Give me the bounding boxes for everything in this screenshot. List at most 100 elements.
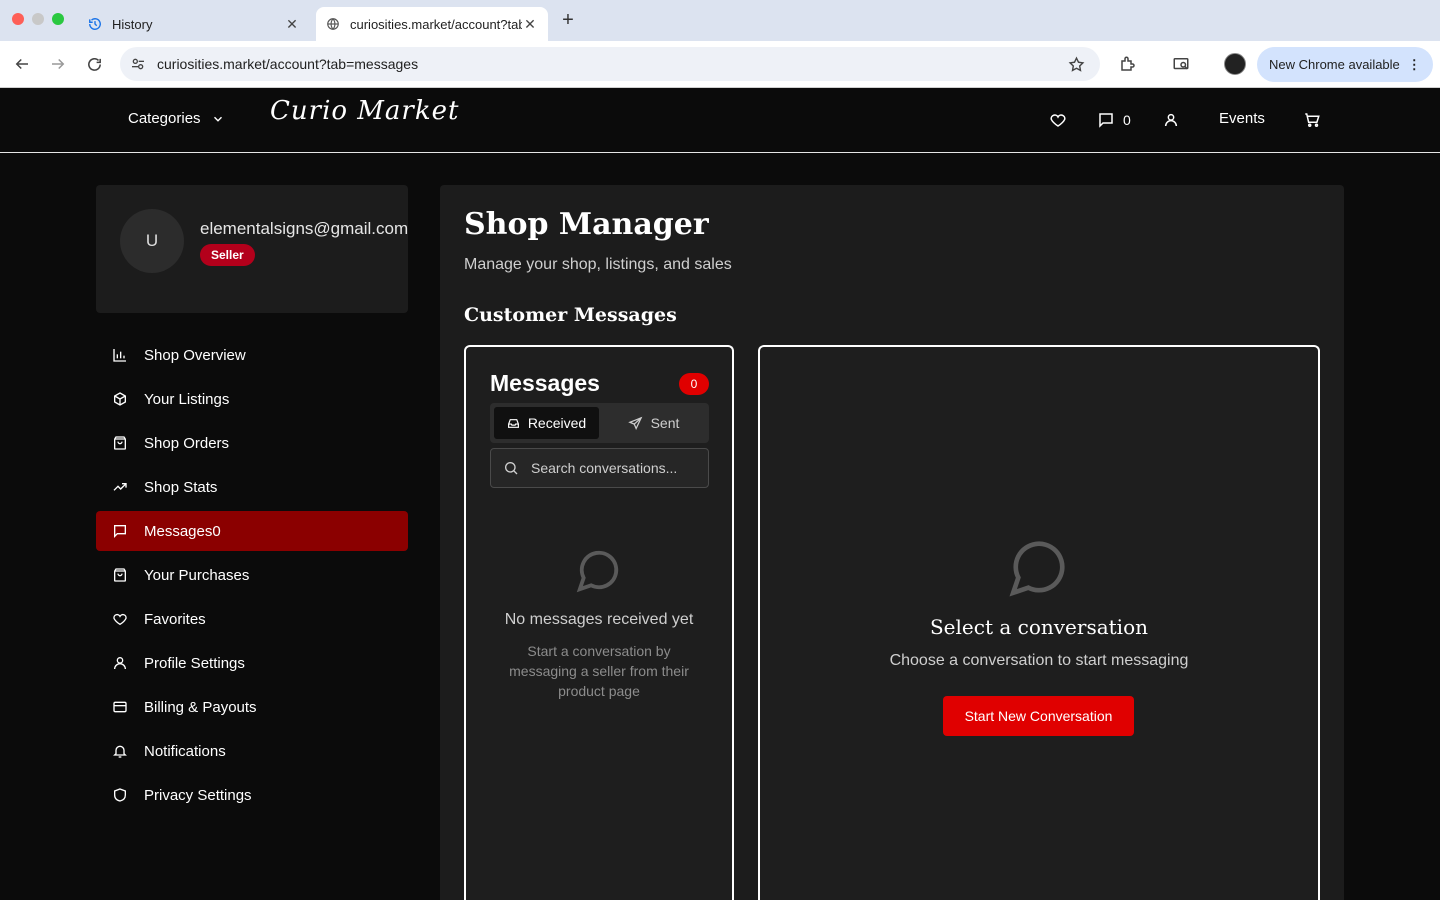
sidebar-item-favorites[interactable]: Favorites (96, 599, 408, 639)
user-icon (112, 655, 128, 671)
sidebar-item-shop-stats[interactable]: Shop Stats (96, 467, 408, 507)
tab-label: Sent (650, 415, 680, 431)
sidebar-item-profile-settings[interactable]: Profile Settings (96, 643, 408, 683)
site-logo[interactable]: Curio Market (270, 96, 459, 126)
search-icon (503, 460, 519, 476)
url-text: curiosities.market/account?tab=messages (157, 56, 419, 72)
message-icon (112, 523, 128, 539)
sidebar-item-label: Billing & Payouts (144, 698, 257, 716)
extensions-icon[interactable] (1117, 53, 1139, 75)
chrome-update-button[interactable]: New Chrome available ⋮ (1257, 47, 1433, 82)
cart-icon[interactable] (1303, 110, 1321, 130)
trending-up-icon (112, 479, 128, 495)
site-settings-icon[interactable] (128, 56, 148, 72)
categories-label: Categories (128, 110, 201, 127)
conversation-pane: Select a conversation Choose a conversat… (758, 345, 1320, 900)
sidebar-item-label: Shop Orders (144, 434, 230, 452)
favorites-heart-icon[interactable] (1049, 110, 1067, 130)
section-title: Customer Messages (464, 304, 677, 326)
seller-badge: Seller (200, 244, 255, 266)
history-icon (88, 17, 102, 31)
back-arrow-icon[interactable] (11, 53, 33, 75)
cast-search-icon[interactable] (1170, 53, 1192, 75)
empty-state-title: No messages received yet (504, 611, 694, 628)
bookmark-star-icon[interactable] (1066, 55, 1086, 73)
sidebar-item-label: Profile Settings (144, 654, 245, 672)
site-header: Categories Curio Market 0 Events (0, 88, 1440, 153)
sidebar-item-label: Shop Stats (144, 478, 218, 496)
sidebar-item-label: Shop Overview (144, 346, 246, 364)
messages-header-button[interactable]: 0 (1097, 110, 1131, 130)
search-conversations[interactable] (490, 448, 709, 488)
sidebar-nav: Shop Overview Your Listings Shop Orders … (96, 335, 408, 819)
sidebar-item-label: Notifications (144, 742, 226, 760)
tab-title: History (112, 16, 153, 32)
maximize-window-button[interactable] (52, 13, 64, 25)
empty-state-description: Start a conversation by messaging a sell… (509, 643, 689, 699)
tab-label: Received (527, 415, 587, 431)
sidebar-item-billing-payouts[interactable]: Billing & Payouts (96, 687, 408, 727)
close-window-button[interactable] (12, 13, 24, 25)
sidebar-item-messages[interactable]: Messages0 (96, 511, 408, 551)
events-link[interactable]: Events (1219, 110, 1265, 127)
minimize-window-button[interactable] (32, 13, 44, 25)
message-list-pane: Messages 0 Received Sent No messages rec… (464, 345, 734, 900)
inbox-icon (507, 417, 520, 430)
categories-dropdown[interactable]: Categories (128, 110, 225, 127)
sidebar-item-privacy-settings[interactable]: Privacy Settings (96, 775, 408, 815)
sidebar-item-shop-overview[interactable]: Shop Overview (96, 335, 408, 375)
empty-message-icon (576, 547, 622, 593)
reload-icon[interactable] (83, 53, 105, 75)
avatar: U (120, 209, 184, 273)
globe-icon (326, 17, 340, 31)
conversation-bubble-icon (1008, 536, 1070, 598)
page-title: Shop Manager (464, 207, 709, 242)
browser-toolbar: curiosities.market/account?tab=messages … (0, 41, 1440, 88)
browser-tab-bar: History ✕ curiosities.market/account?tab… (0, 0, 1440, 41)
shopping-bag-icon (112, 435, 128, 451)
tab-sent[interactable]: Sent (602, 407, 705, 439)
sidebar-item-label: Your Listings (144, 390, 230, 408)
bell-icon (112, 743, 128, 759)
message-filter-tabs: Received Sent (490, 403, 709, 443)
close-tab-icon[interactable]: ✕ (522, 16, 538, 32)
sidebar-item-your-purchases[interactable]: Your Purchases (96, 555, 408, 595)
messages-count-badge: 0 (679, 373, 709, 395)
more-menu-icon[interactable]: ⋮ (1408, 57, 1421, 73)
search-input[interactable] (531, 460, 701, 476)
conversation-empty-subtitle: Choose a conversation to start messaging (889, 652, 1189, 669)
start-new-conversation-button[interactable]: Start New Conversation (943, 696, 1134, 736)
profile-card: U elementalsigns@gmail.com Seller (96, 185, 408, 313)
sidebar-item-your-listings[interactable]: Your Listings (96, 379, 408, 419)
sidebar-item-notifications[interactable]: Notifications (96, 731, 408, 771)
tab-title: curiosities.market/account?tab=messages (350, 16, 522, 32)
sidebar-item-label: Messages0 (144, 522, 221, 540)
credit-card-icon (112, 699, 128, 715)
messages-count: 0 (1123, 112, 1131, 128)
page-subtitle: Manage your shop, listings, and sales (464, 256, 732, 273)
chevron-down-icon (211, 112, 225, 126)
user-icon[interactable] (1163, 110, 1179, 130)
chrome-update-label: New Chrome available (1269, 57, 1400, 72)
browser-tab-history[interactable]: History ✕ (78, 7, 310, 41)
package-icon (112, 391, 128, 407)
new-tab-button[interactable]: + (558, 9, 578, 31)
bar-chart-icon (112, 347, 128, 363)
shopping-bag-icon (112, 567, 128, 583)
profile-avatar-icon[interactable] (1224, 53, 1246, 75)
tab-received[interactable]: Received (494, 407, 599, 439)
browser-tab-active[interactable]: curiosities.market/account?tab=messages … (316, 7, 548, 41)
shop-manager-panel: Shop Manager Manage your shop, listings,… (440, 185, 1344, 900)
sidebar-item-shop-orders[interactable]: Shop Orders (96, 423, 408, 463)
heart-icon (112, 611, 128, 627)
message-icon (1097, 111, 1115, 129)
sidebar-item-label: Privacy Settings (144, 786, 252, 804)
messages-heading: Messages (490, 370, 600, 396)
sidebar-item-label: Favorites (144, 610, 206, 628)
sidebar-item-label: Your Purchases (144, 566, 250, 584)
forward-arrow-icon[interactable] (47, 53, 69, 75)
close-tab-icon[interactable]: ✕ (284, 16, 300, 32)
address-bar[interactable]: curiosities.market/account?tab=messages (120, 47, 1100, 81)
send-icon (627, 416, 643, 431)
conversation-empty-title: Select a conversation (929, 615, 1148, 639)
